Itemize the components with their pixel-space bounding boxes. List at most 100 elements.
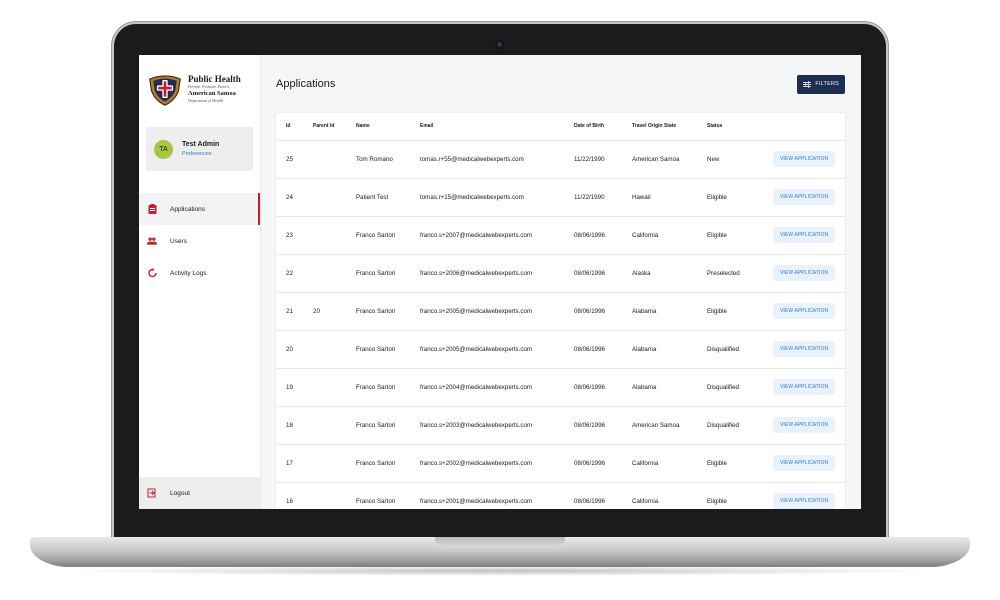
cell-name: Patient Test	[346, 177, 410, 216]
column-header-actions	[763, 113, 845, 140]
cell-date-of-birth: 08/06/1996	[564, 443, 622, 482]
view-application-button[interactable]: VIEW APPLICATION	[773, 379, 836, 395]
view-application-button[interactable]: VIEW APPLICATION	[773, 151, 836, 167]
cell-name: Tom Romano	[346, 139, 410, 178]
applications-table: Id Parent Id Name Email Date of Birth Tr…	[276, 113, 845, 509]
cell-email: franco.s+2003@medicalwebexperts.com	[410, 405, 564, 444]
sidebar-item-label: Activity Logs	[170, 269, 207, 277]
table-row[interactable]: 16 Franco Sartori franco.s+2001@medicalweb…	[276, 481, 845, 509]
filters-button[interactable]: FILTERS	[797, 74, 845, 94]
cell-actions: VIEW APPLICATION	[763, 291, 845, 330]
sidebar-item-activity-logs[interactable]: Activity Logs	[139, 257, 260, 289]
view-application-button[interactable]: VIEW APPLICATION	[773, 265, 836, 281]
cell-date-of-birth: 11/22/1990	[564, 177, 622, 216]
cell-date-of-birth: 08/06/1996	[564, 367, 622, 406]
cell-email: franco.s+2001@medicalwebexperts.com	[410, 481, 564, 509]
cell-id: 22	[276, 253, 303, 292]
view-application-button[interactable]: VIEW APPLICATION	[773, 341, 836, 357]
view-application-button[interactable]: VIEW APPLICATION	[773, 493, 836, 509]
column-header-travel-origin-state[interactable]: Travel Origin State	[622, 113, 697, 140]
cell-id: 25	[276, 139, 303, 178]
camera-icon	[495, 40, 504, 49]
logo-title: Public Health	[188, 74, 241, 85]
view-application-button[interactable]: VIEW APPLICATION	[773, 417, 836, 433]
cell-id: 16	[276, 481, 303, 509]
table-row[interactable]: 20 Franco Sartori franco.s+2005@medicalweb…	[276, 329, 845, 368]
column-header-date-of-birth[interactable]: Date of Birth	[564, 113, 622, 140]
table-row[interactable]: 25 Tom Romano tomas.r+55@medicalwebexperts…	[276, 139, 845, 178]
table-row[interactable]: 17 Franco Sartori franco.s+2002@medicalweb…	[276, 443, 845, 482]
cell-email: franco.s+2005@medicalwebexperts.com	[410, 291, 564, 330]
cell-name: Franco Sartori	[346, 329, 410, 368]
preferences-link[interactable]: Preferences	[182, 151, 219, 157]
table-row[interactable]: 18 Franco Sartori franco.s+2003@medicalweb…	[276, 405, 845, 444]
cell-email: tomas.r+15@medicalwebexperts.com	[410, 177, 564, 216]
cell-id: 17	[276, 443, 303, 482]
cell-email: franco.s+2002@medicalwebexperts.com	[410, 443, 564, 482]
table-body: 25 Tom Romano tomas.r+55@medicalwebexperts…	[276, 139, 845, 509]
table-row[interactable]: 19 Franco Sartori franco.s+2004@medicalweb…	[276, 367, 845, 406]
cell-name: Franco Sartori	[346, 291, 410, 330]
cell-date-of-birth: 08/06/1996	[564, 481, 622, 509]
cell-parent-id	[303, 367, 346, 406]
cell-name: Franco Sartori	[346, 481, 410, 509]
logout-label: Logout	[170, 489, 190, 497]
logout-button[interactable]: Logout	[139, 477, 260, 509]
cell-email: franco.s+2006@medicalwebexperts.com	[410, 253, 564, 292]
users-icon	[147, 236, 157, 246]
cell-id: 23	[276, 215, 303, 254]
page-header: Applications FILTERS	[276, 55, 845, 113]
cell-travel-origin-state: California	[622, 215, 697, 254]
cell-id: 24	[276, 177, 303, 216]
cell-name: Franco Sartori	[346, 215, 410, 254]
sidebar-item-users[interactable]: Users	[139, 225, 260, 257]
cell-name: Franco Sartori	[346, 367, 410, 406]
cell-status: Eligible	[697, 291, 763, 330]
column-header-name[interactable]: Name	[346, 113, 410, 140]
cell-status: New	[697, 139, 763, 178]
cell-email: franco.s+2005@medicalwebexperts.com	[410, 329, 564, 368]
table-row[interactable]: 24 Patient Test tomas.r+15@medicalwebexper…	[276, 177, 845, 216]
cell-parent-id: 20	[303, 291, 346, 330]
logo-department: Department of Health	[188, 97, 223, 103]
cell-actions: VIEW APPLICATION	[763, 215, 845, 254]
column-header-parent-id[interactable]: Parent Id	[303, 113, 346, 140]
cell-parent-id	[303, 405, 346, 444]
cell-date-of-birth: 08/06/1996	[564, 253, 622, 292]
cell-travel-origin-state: American Samoa	[622, 139, 697, 178]
cell-travel-origin-state: American Samoa	[622, 405, 697, 444]
table-row[interactable]: 23 Franco Sartori franco.s+2007@medicalweb…	[276, 215, 845, 254]
table-row[interactable]: 22 Franco Sartori franco.s+2006@medicalweb…	[276, 253, 845, 292]
sidebar-item-applications[interactable]: Applications	[139, 193, 260, 225]
view-application-button[interactable]: VIEW APPLICATION	[773, 227, 836, 243]
cell-status: Eligible	[697, 177, 763, 216]
cell-travel-origin-state: Alaska	[622, 253, 697, 292]
cell-actions: VIEW APPLICATION	[763, 405, 845, 444]
main-content: Applications FILTERS Id Parent Id Name E…	[261, 55, 861, 509]
cell-id: 20	[276, 329, 303, 368]
view-application-button[interactable]: VIEW APPLICATION	[773, 455, 836, 471]
avatar[interactable]: TA	[154, 139, 173, 159]
column-header-email[interactable]: Email	[410, 113, 564, 140]
cell-date-of-birth: 11/22/1990	[564, 139, 622, 178]
cell-travel-origin-state: California	[622, 481, 697, 509]
column-header-id[interactable]: Id	[276, 113, 303, 140]
cell-travel-origin-state: Alabama	[622, 367, 697, 406]
cell-actions: VIEW APPLICATION	[763, 253, 845, 292]
cell-date-of-birth: 08/06/1996	[564, 405, 622, 444]
cell-travel-origin-state: Hawaii	[622, 177, 697, 216]
cell-actions: VIEW APPLICATION	[763, 481, 845, 509]
logo[interactable]: Public Health Prevent. Promote. Protect.…	[139, 55, 260, 111]
logout-icon	[147, 488, 157, 498]
laptop-shadow	[60, 566, 940, 576]
column-header-status[interactable]: Status	[697, 113, 763, 140]
cell-status: Eligible	[697, 215, 763, 254]
cell-actions: VIEW APPLICATION	[763, 177, 845, 216]
view-application-button[interactable]: VIEW APPLICATION	[773, 189, 836, 205]
cell-actions: VIEW APPLICATION	[763, 329, 845, 368]
cell-status: Disqualified	[697, 405, 763, 444]
sidebar: Public Health Prevent. Promote. Protect.…	[139, 55, 261, 509]
view-application-button[interactable]: VIEW APPLICATION	[773, 303, 836, 319]
table-row[interactable]: 21 20 Franco Sartori franco.s+2005@medicalw…	[276, 291, 845, 330]
cell-name: Franco Sartori	[346, 405, 410, 444]
